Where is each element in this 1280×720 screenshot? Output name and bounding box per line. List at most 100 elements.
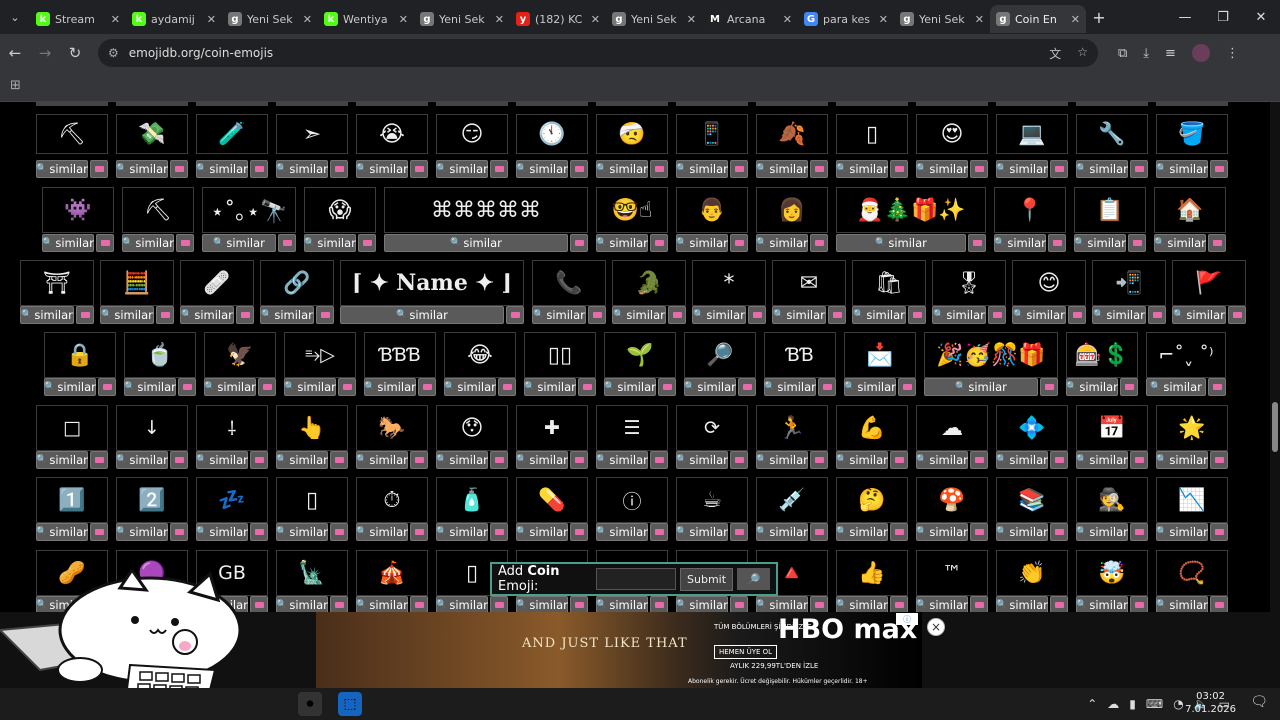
copy-icon[interactable] [1040,378,1058,396]
wifi-icon[interactable]: ◔ [1173,697,1183,711]
similar-button[interactable]: 🔍similar [836,451,888,469]
emoji-cell[interactable]: 🏃 [756,405,828,451]
similar-button[interactable]: 🔍similar [276,160,328,178]
copy-icon[interactable] [988,306,1006,324]
similar-button[interactable]: 🔍similar [764,378,816,396]
copy-icon[interactable] [810,596,828,612]
copy-icon[interactable] [170,160,188,178]
similar-button[interactable]: 🔍similar [916,451,968,469]
similar-button[interactable]: 🔍similar [676,160,728,178]
close-tab-icon[interactable]: ✕ [207,13,216,26]
emoji-cell[interactable]: 🎅🎄🎁✨ [836,187,986,233]
tab[interactable]: g Yeni Sek ✕ [414,5,510,33]
emoji-cell[interactable]: ☕ [676,477,748,523]
copy-icon[interactable] [176,234,194,252]
copy-icon[interactable] [490,160,508,178]
chevron-up-icon[interactable]: ⌃ [1087,697,1097,711]
copy-icon[interactable] [498,378,516,396]
similar-button[interactable]: 🔍similar [1074,234,1126,252]
emoji-cell[interactable]: ⛏ [36,114,108,154]
copy-icon[interactable] [1050,451,1068,469]
emoji-cell[interactable]: 😂 [444,332,516,378]
copy-icon[interactable] [738,378,756,396]
similar-button[interactable]: 🔍similar [516,523,568,541]
copy-icon[interactable] [650,160,668,178]
similar-button[interactable]: 🔍similar [844,378,896,396]
similar-button[interactable]: 🔍similar [676,596,728,612]
emoji-cell[interactable]: 🧪 [196,114,268,154]
emoji-cell[interactable]: ☰ [596,405,668,451]
similar-button[interactable]: 🔍similar [276,523,328,541]
similar-button[interactable]: 🔍similar [516,451,568,469]
copy-icon[interactable] [650,523,668,541]
emoji-cell[interactable]: * [692,260,766,306]
emoji-cell[interactable]: 😱 [304,187,376,233]
similar-button[interactable]: 🔍similar [1092,306,1146,324]
copy-icon[interactable] [1050,523,1068,541]
emoji-cell[interactable]: 🧮 [100,260,174,306]
copy-icon[interactable] [1130,160,1148,178]
tab[interactable]: k Stream ✕ [30,5,126,33]
copy-icon[interactable] [96,234,114,252]
copy-icon[interactable] [330,596,348,612]
emoji-cell[interactable]: 📚 [996,477,1068,523]
copy-icon[interactable] [650,451,668,469]
copy-icon[interactable] [810,160,828,178]
copy-icon[interactable] [668,306,686,324]
copy-icon[interactable] [1050,160,1068,178]
site-info-icon[interactable]: ⚙ [108,46,119,60]
copy-icon[interactable] [330,523,348,541]
copy-icon[interactable] [506,306,524,324]
close-tab-icon[interactable]: ✕ [303,13,312,26]
similar-button[interactable]: 🔍similar [852,306,906,324]
copy-icon[interactable] [818,378,836,396]
similar-button[interactable]: 🔍similar [596,234,648,252]
emoji-cell[interactable]: 🤓☝ [596,187,668,233]
similar-button[interactable]: 🔍similar [916,596,968,612]
emoji-cell[interactable]: 📍 [994,187,1066,233]
cloud-icon[interactable]: ☁ [1107,697,1119,711]
copy-icon[interactable] [278,234,296,252]
extensions-icon[interactable]: ⧉ [1118,46,1127,61]
copy-icon[interactable] [730,451,748,469]
similar-button[interactable]: 🔍similar [356,451,408,469]
app-taskbar-icon[interactable]: ⬚ [338,692,362,716]
copy-icon[interactable] [1130,523,1148,541]
copy-icon[interactable] [810,523,828,541]
copy-icon[interactable] [1208,378,1226,396]
emoji-cell[interactable]: □ [36,405,108,451]
similar-button[interactable]: 🔍similar [180,306,234,324]
copy-icon[interactable] [1210,160,1228,178]
emoji-cell[interactable]: 👍 [836,550,908,596]
copy-icon[interactable] [490,451,508,469]
emoji-cell[interactable]: ⌈ ✦ Name ✦ ⌋ [340,260,524,306]
copy-icon[interactable] [1068,306,1086,324]
copy-icon[interactable] [890,451,908,469]
emoji-cell[interactable]: ⥱▷ [284,332,356,378]
close-tab-icon[interactable]: ✕ [495,13,504,26]
similar-button[interactable]: 🔍similar [676,234,728,252]
emoji-cell[interactable]: ↓ [116,405,188,451]
similar-button[interactable]: 🔍similar [684,378,736,396]
similar-button[interactable]: 🔍similar [996,523,1048,541]
copy-icon[interactable] [890,160,908,178]
similar-button[interactable]: 🔍similar [356,596,408,612]
copy-icon[interactable] [490,523,508,541]
ad-banner[interactable]: AND JUST LIKE THAT TÜM BÖLÜMLERİ ŞİMDİ İ… [316,612,922,688]
copy-icon[interactable] [588,306,606,324]
similar-button[interactable]: 🔍similar [994,234,1046,252]
similar-button[interactable]: 🔍similar [1076,451,1128,469]
emoji-cell[interactable]: 🍵 [124,332,196,378]
copy-icon[interactable] [236,306,254,324]
emoji-cell[interactable]: 💸 [116,114,188,154]
copy-icon[interactable] [410,596,428,612]
copy-icon[interactable] [330,451,348,469]
translate-icon[interactable]: 文 [1049,45,1061,62]
ad-info-icon[interactable]: ⓘ [896,613,918,625]
emoji-cell[interactable]: 🍂 [756,114,828,154]
similar-button[interactable]: 🔍similar [836,523,888,541]
similar-button[interactable]: 🔍similar [276,596,328,612]
copy-icon[interactable] [748,306,766,324]
close-tab-icon[interactable]: ✕ [687,13,696,26]
copy-icon[interactable] [258,378,276,396]
